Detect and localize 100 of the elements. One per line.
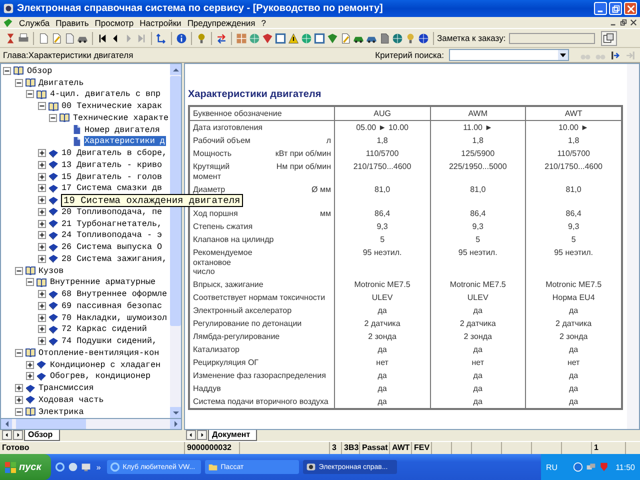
collapse-icon[interactable] — [14, 266, 22, 275]
toolbar-button[interactable] — [378, 30, 391, 46]
expand-icon[interactable] — [38, 208, 46, 216]
menu-item[interactable]: Предупреждения — [187, 18, 256, 28]
tree-item[interactable]: Номер двигателя — [84, 124, 161, 135]
tree-item[interactable]: Обзор — [26, 66, 54, 76]
collapse-icon[interactable] — [49, 114, 57, 122]
expand-icon[interactable] — [38, 160, 46, 169]
tree-item[interactable]: Ходовая часть — [38, 394, 105, 405]
tree-item[interactable]: Отопление-вентиляция-кон — [38, 348, 160, 358]
tree-item[interactable]: 28 Система зажигания, — [60, 254, 168, 264]
table-cell: 1,8 — [334, 134, 430, 147]
more-button[interactable]: » — [94, 462, 103, 472]
scrollbar[interactable] — [627, 64, 639, 429]
expand-icon[interactable] — [38, 290, 46, 298]
tree-item[interactable]: 68 Внутреннее оформле — [60, 289, 168, 300]
toolbar-button[interactable] — [339, 30, 352, 46]
menu-item[interactable]: Править — [56, 18, 89, 28]
tree-item[interactable]: 00 Технические харак — [60, 101, 164, 112]
expand-icon[interactable] — [38, 337, 46, 346]
notes-button[interactable] — [600, 30, 617, 46]
app-icon — [306, 462, 316, 472]
expand-icon[interactable] — [38, 243, 46, 252]
table-cell: нет — [526, 356, 622, 369]
hint-icon — [196, 32, 207, 44]
expand-icon[interactable] — [38, 254, 46, 263]
collapse-icon[interactable] — [14, 408, 22, 416]
collapse-icon[interactable] — [3, 66, 11, 75]
expand-icon[interactable] — [38, 231, 46, 240]
tab[interactable]: Обзор — [24, 430, 60, 441]
toolbar-button[interactable] — [287, 30, 300, 46]
collapse-icon[interactable] — [14, 78, 22, 87]
expand-icon[interactable] — [38, 220, 46, 228]
tree-item[interactable]: Кузов — [38, 266, 65, 276]
row-label: Крутящий момент — [193, 162, 230, 181]
expand-icon[interactable] — [38, 325, 46, 334]
tree-item[interactable]: 70 Накладки, шумоизол — [60, 312, 168, 323]
tab-scroll-right[interactable] — [197, 430, 207, 440]
tree-item[interactable]: Внутренние арматурные — [49, 277, 157, 288]
tray-icon[interactable] — [572, 462, 583, 472]
row-label: Рециркуляция ОГ — [193, 358, 259, 368]
table-cell: 2 зонда — [334, 330, 430, 343]
tree-item[interactable]: 72 Каркас сидений — [60, 324, 148, 334]
expand-icon[interactable] — [38, 314, 46, 322]
collapse-icon[interactable] — [14, 348, 22, 357]
search-combo[interactable] — [449, 49, 569, 61]
menu-item[interactable]: Просмотр — [94, 18, 134, 28]
expand-icon[interactable] — [38, 196, 46, 204]
tab-scroll-left[interactable] — [2, 430, 12, 440]
tree-item[interactable]: Трансмиссия — [38, 383, 95, 394]
tab-scroll-left[interactable] — [186, 430, 196, 440]
expand-icon[interactable] — [14, 396, 22, 404]
desktop-icon[interactable] — [81, 462, 92, 472]
tree-item[interactable]: 17 Система смазки дв — [60, 183, 164, 194]
minimize-button[interactable] — [594, 2, 607, 15]
expand-icon[interactable] — [14, 384, 22, 392]
tree-item[interactable]: 24 Топливоподача - э — [60, 230, 164, 240]
expand-icon[interactable] — [38, 184, 46, 192]
open-book-icon — [24, 407, 36, 416]
tree-item[interactable]: 15 Двигатель - голов — [60, 172, 164, 182]
tree-item[interactable]: 13 Двигатель - криво — [60, 160, 164, 170]
tab-scroll-right[interactable] — [13, 430, 23, 440]
collapse-icon[interactable] — [26, 278, 34, 286]
tree-item[interactable]: Обогрев, кондиционер — [49, 371, 152, 382]
tree-item[interactable]: 26 Система выпуска О — [60, 242, 164, 252]
restore-button[interactable] — [609, 2, 622, 15]
tree-item[interactable]: Технические характе — [72, 112, 170, 123]
menu-item[interactable]: ? — [261, 18, 266, 28]
row-label: Диаметр — [193, 184, 226, 194]
tree-item[interactable]: Электрика — [38, 406, 85, 417]
tree-item[interactable]: Характеристики д — [84, 136, 166, 146]
tree-item[interactable]: 10 Двигатель в сборе, — [60, 148, 168, 158]
globe-icon[interactable] — [68, 462, 78, 472]
menu-item[interactable]: Служба — [19, 18, 50, 28]
toolbar-button[interactable] — [63, 30, 76, 46]
expand-icon[interactable] — [26, 372, 34, 380]
tree-item[interactable]: Двигатель — [38, 78, 85, 88]
tree-item[interactable]: 20 Топливоподача, пе — [60, 206, 164, 217]
toolbar-button[interactable] — [50, 30, 63, 46]
tab[interactable]: Документ — [208, 430, 258, 441]
tree-item[interactable]: 21 Турбонагнетатель, — [60, 218, 164, 229]
browser-icon[interactable] — [55, 462, 66, 472]
close-button[interactable] — [624, 2, 637, 15]
collapse-icon[interactable] — [38, 102, 46, 110]
menu-item[interactable]: Настройки — [140, 18, 182, 28]
collapse-icon[interactable] — [26, 90, 34, 98]
close-icon[interactable] — [630, 19, 637, 26]
tree-item[interactable]: 74 Подушки сидений, — [60, 336, 158, 346]
expand-icon[interactable] — [38, 302, 46, 310]
row-label: Мощность — [193, 149, 232, 158]
expand-icon[interactable] — [26, 360, 34, 369]
expand-icon[interactable] — [38, 149, 46, 158]
tree-item[interactable]: 4-цил. двигатель с впр — [49, 89, 162, 100]
toolbar-button[interactable] — [37, 30, 50, 46]
tree-item[interactable]: Кондиционер с хладаген — [49, 360, 162, 370]
tree-item[interactable]: 69 пассивная безопас — [60, 300, 164, 311]
table-cell: 5 — [334, 233, 430, 246]
scrollbar[interactable] — [0, 419, 182, 430]
expand-icon[interactable] — [38, 172, 46, 181]
start-button[interactable]: пуск — [0, 454, 52, 480]
